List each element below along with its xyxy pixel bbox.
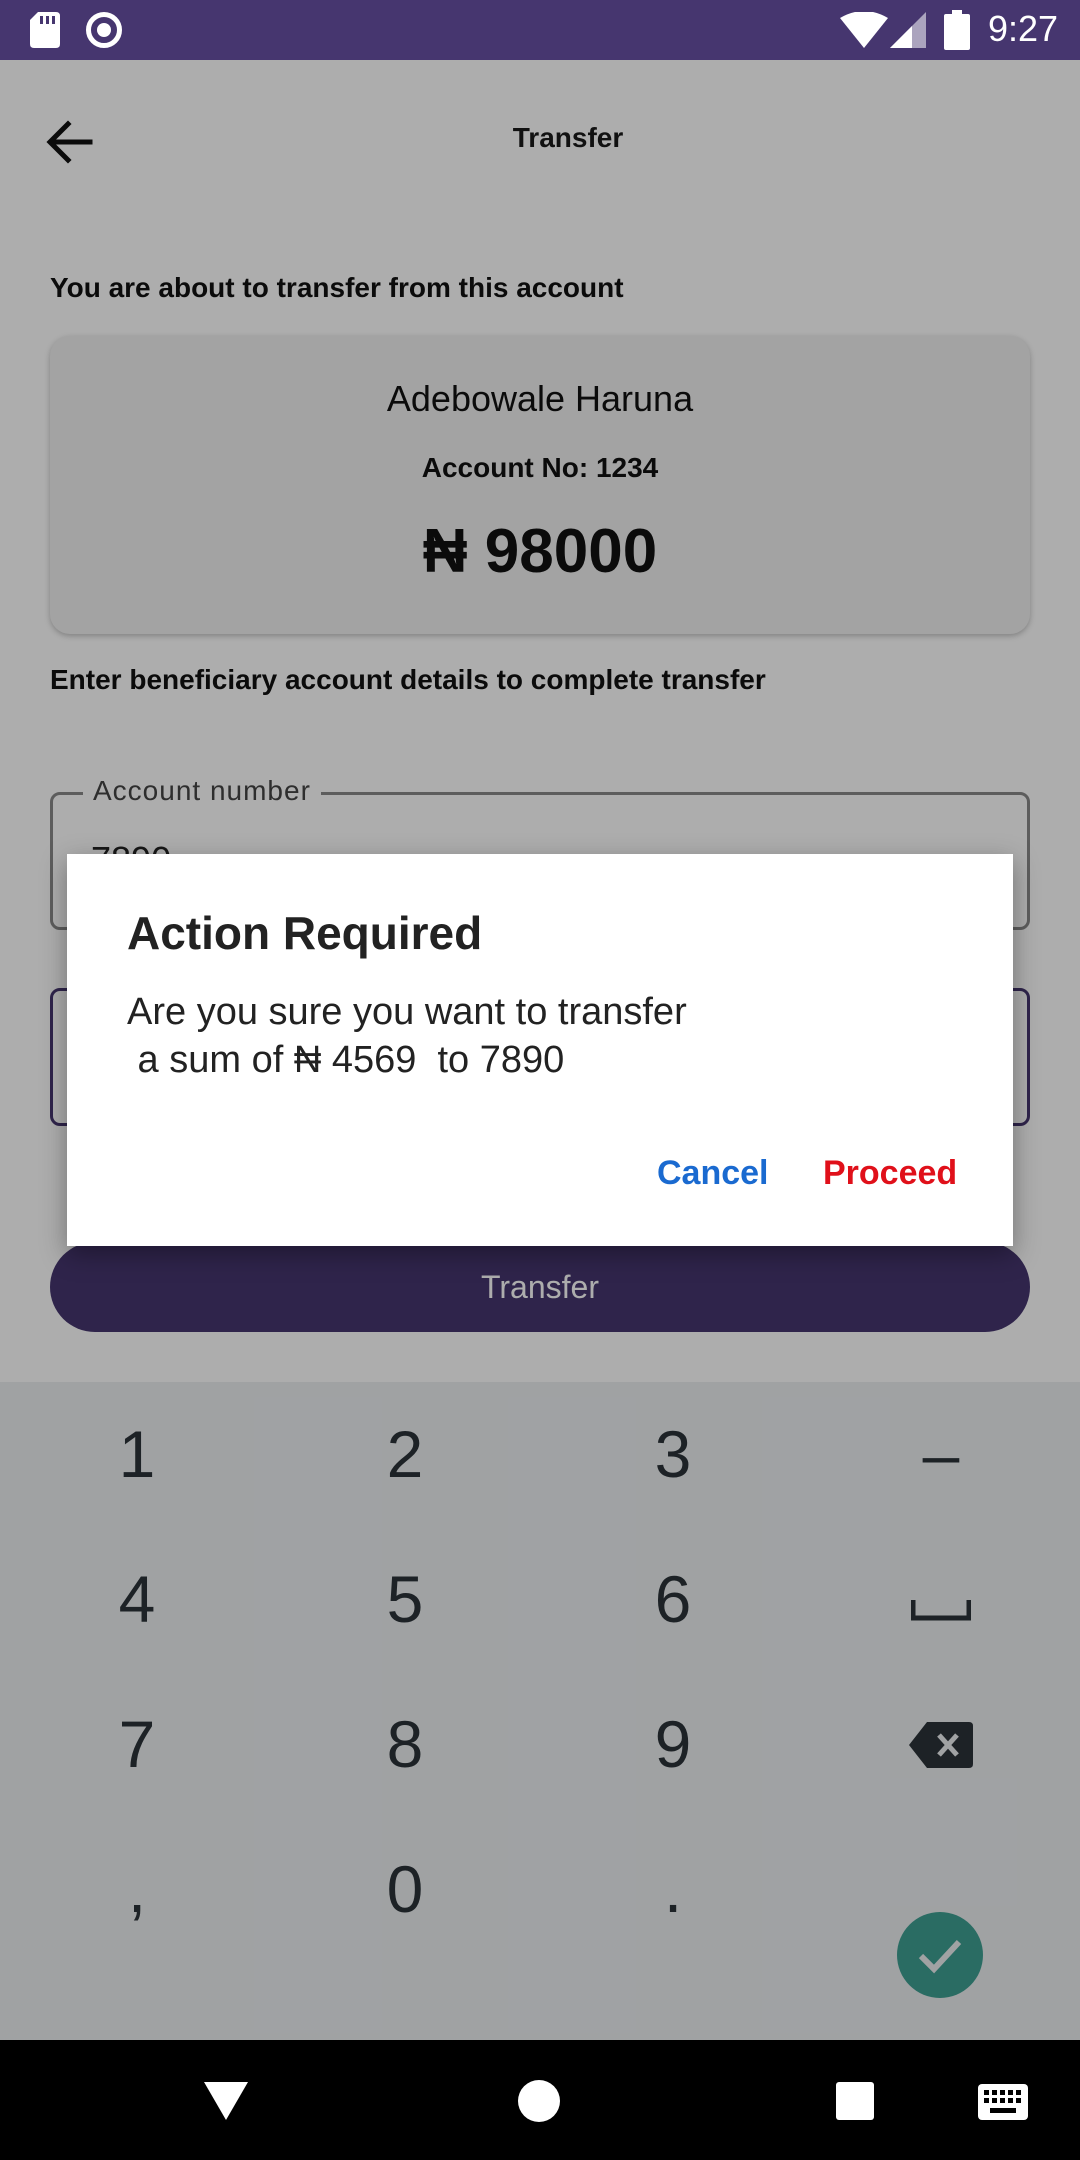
dialog-title: Action Required	[127, 907, 483, 959]
dialog-message: Are you sure you want to transfer a sum …	[127, 991, 687, 1081]
clock: 9:27	[988, 8, 1059, 49]
cell-signal-icon	[890, 12, 926, 48]
nav-recents-icon[interactable]	[836, 2082, 874, 2120]
wifi-icon	[840, 12, 888, 48]
navigation-bar	[0, 2040, 1080, 2160]
cancel-button[interactable]: Cancel	[657, 1154, 769, 1193]
battery-icon	[944, 10, 970, 50]
keyboard-switch-icon[interactable]	[978, 2084, 1028, 2120]
nav-back-icon[interactable]	[204, 2082, 248, 2120]
sd-card-icon	[30, 12, 60, 48]
nav-home-icon[interactable]	[518, 2080, 560, 2122]
confirm-dialog: Action Required Are you sure you want to…	[67, 854, 1013, 1246]
proceed-button[interactable]: Proceed	[823, 1154, 957, 1193]
status-bar: 9:27	[0, 0, 1080, 60]
record-icon	[86, 12, 122, 48]
